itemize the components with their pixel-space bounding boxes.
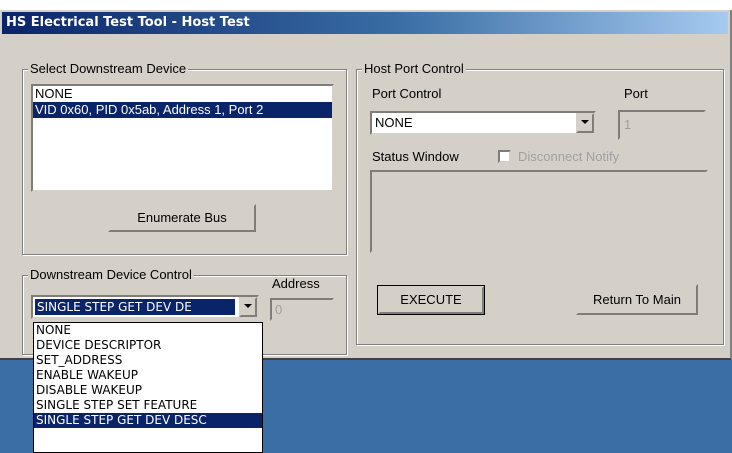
list-item[interactable]: NONE [33,86,332,102]
select-device-legend: Select Downstream Device [28,61,189,77]
command-combo-value: SINGLE STEP GET DEV DE [35,299,235,315]
dropdown-option[interactable]: SET_ADDRESS [34,353,262,368]
dialog-window: HS Electrical Test Tool - Host Test Sele… [0,10,732,360]
device-listbox[interactable]: NONE VID 0x60, PID 0x5ab, Address 1, Por… [31,84,334,192]
dropdown-option[interactable]: ENABLE WAKEUP [34,368,262,383]
device-control-legend: Downstream Device Control [28,267,194,283]
command-dropdown-list[interactable]: NONE DEVICE DESCRIPTOR SET_ADDRESS ENABL… [33,322,263,453]
background-strip [0,0,732,10]
dropdown-option[interactable]: DEVICE DESCRIPTOR [34,338,262,353]
status-window [370,170,708,253]
enumerate-bus-button[interactable]: Enumerate Bus [108,204,256,232]
address-label: Address [272,276,320,291]
status-window-label: Status Window [372,149,459,164]
port-control-label: Port Control [372,86,442,101]
list-item-selected[interactable]: VID 0x60, PID 0x5ab, Address 1, Port 2 [33,102,332,118]
dropdown-option[interactable]: DISABLE WAKEUP [34,383,262,398]
chevron-down-icon [244,304,252,308]
dropdown-option[interactable]: NONE [34,323,262,338]
port-control-combo[interactable]: NONE [370,111,596,135]
chevron-down-icon [581,120,589,124]
address-field: 0 [270,298,334,321]
port-label: Port [624,86,648,101]
disconnect-notify-checkbox[interactable] [498,150,511,163]
title-bar[interactable]: HS Electrical Test Tool - Host Test [2,12,728,34]
host-port-legend: Host Port Control [362,61,466,77]
port-control-arrow[interactable] [576,113,594,133]
disconnect-notify-label: Disconnect Notify [518,149,620,164]
dropdown-option-selected[interactable]: SINGLE STEP GET DEV DESC [34,413,262,428]
return-to-main-button[interactable]: Return To Main [576,284,698,315]
command-combo[interactable]: SINGLE STEP GET DEV DE [31,295,259,319]
execute-button[interactable]: EXECUTE [377,285,485,315]
dropdown-option[interactable]: SINGLE STEP SET FEATURE [34,398,262,413]
port-field: 1 [618,110,706,140]
command-combo-arrow[interactable] [239,297,257,317]
window-title: HS Electrical Test Tool - Host Test [6,15,250,30]
port-control-value: NONE [375,115,413,130]
